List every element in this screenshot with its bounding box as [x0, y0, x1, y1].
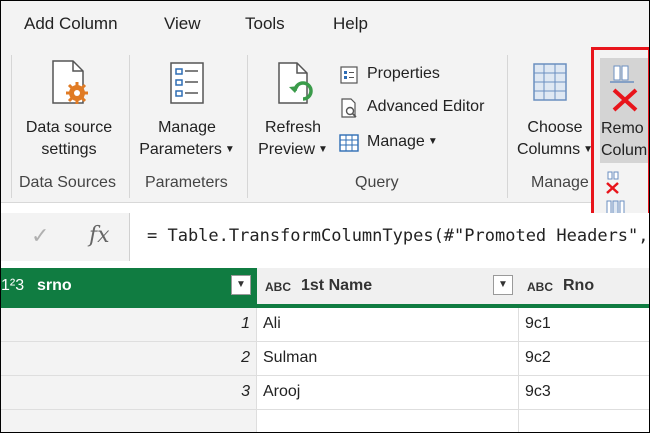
ribbon: Data source settings Data Sources Manage…	[1, 47, 649, 203]
menu-add-column[interactable]: Add Column	[24, 14, 118, 34]
formula-buttons: ✓ fx	[1, 213, 130, 261]
data-source-settings-button[interactable]: Data source settings	[19, 57, 119, 167]
row-number-cell	[1, 410, 257, 432]
text-type-icon[interactable]: ABC	[527, 280, 553, 294]
chevron-down-icon: ▼	[224, 144, 235, 155]
manage-parameters-label-1: Manage	[158, 119, 216, 136]
properties-label: Properties	[367, 65, 440, 82]
chevron-down-icon[interactable]: ▼	[231, 275, 251, 295]
ribbon-separator	[129, 55, 130, 198]
remove-columns-button[interactable]: Remo Colum	[600, 58, 648, 163]
ribbon-separator	[507, 55, 508, 198]
table-cell[interactable]: 9c2	[519, 342, 649, 376]
refresh-document-icon	[278, 62, 313, 104]
column-header-srno[interactable]: 1²3 srno ▼	[1, 268, 258, 305]
number-type-icon[interactable]: 1²3	[1, 277, 24, 295]
advanced-editor-label: Advanced Editor	[367, 98, 485, 115]
remove-columns-label-2: Colum	[601, 142, 648, 159]
advanced-editor-icon	[341, 98, 357, 118]
chevron-down-icon: ▼	[318, 144, 328, 155]
group-label-query: Query	[355, 174, 399, 191]
manage-button[interactable]: Manage ▼	[339, 130, 459, 154]
chevron-down-icon[interactable]: ▼	[493, 275, 513, 295]
row-number-cell[interactable]: 2	[1, 342, 257, 376]
group-label-data-sources: Data Sources	[19, 174, 116, 191]
manage-parameters-label-2: Parameters	[139, 141, 222, 158]
choose-columns-label-1: Choose	[527, 119, 583, 136]
table-cell[interactable]: Sulman	[257, 342, 519, 376]
refresh-preview-label-2: Preview	[258, 141, 315, 158]
menu-help[interactable]: Help	[333, 14, 368, 34]
document-gear-icon	[52, 60, 88, 104]
remove-columns-label-1: Remo	[601, 120, 644, 137]
ribbon-separator	[247, 55, 248, 198]
remove-columns-highlight: Remo Colum	[591, 47, 649, 235]
properties-icon	[340, 66, 358, 84]
table-cell	[257, 410, 519, 432]
data-source-settings-label-2: settings	[41, 141, 97, 158]
manage-parameters-button[interactable]: Manage Parameters ▼	[135, 57, 239, 167]
column-header-label: srno	[37, 277, 72, 294]
group-label-parameters: Parameters	[145, 174, 228, 191]
table-cell[interactable]: 9c1	[519, 308, 649, 342]
ribbon-separator	[11, 55, 12, 198]
row-number-cell[interactable]: 3	[1, 376, 257, 410]
formula-bar: ✓ fx = Table.TransformColumnTypes(#"Prom…	[1, 213, 649, 261]
table-cell	[519, 410, 649, 432]
remove-column-small-icon	[606, 171, 619, 194]
chevron-down-icon: ▼	[427, 136, 438, 147]
choose-columns-icon	[533, 63, 567, 101]
properties-button[interactable]: Properties	[339, 62, 469, 86]
column-header-rno[interactable]: ABC Rno	[519, 268, 649, 305]
parameters-list-icon	[170, 62, 204, 104]
group-label-manage: Manage	[531, 174, 589, 191]
refresh-preview-button[interactable]: Refresh Preview ▼	[253, 57, 333, 167]
table-grid-icon	[339, 134, 359, 152]
table-cell[interactable]: 9c3	[519, 376, 649, 410]
menu-view[interactable]: View	[164, 14, 201, 34]
column-header-1st-name[interactable]: ABC 1st Name ▼	[257, 268, 520, 305]
column-header-label: 1st Name	[301, 277, 373, 294]
text-type-icon[interactable]: ABC	[265, 280, 291, 294]
fx-icon[interactable]: fx	[89, 223, 110, 248]
remove-columns-icon	[610, 65, 638, 112]
data-source-settings-label-1: Data source	[25, 119, 113, 136]
manage-label: Manage	[367, 133, 425, 150]
column-header-label: Rno	[563, 277, 595, 294]
formula-text[interactable]: = Table.TransformColumnTypes(#"Promoted …	[147, 226, 649, 246]
menu-tools[interactable]: Tools	[245, 14, 285, 34]
refresh-preview-label-1: Refresh	[264, 119, 322, 136]
data-grid: 1²3 srno ▼ ABC 1st Name ▼ ABC Rno 1 Ali …	[1, 268, 649, 432]
advanced-editor-button[interactable]: Advanced Editor	[339, 95, 499, 119]
choose-columns-label-2: Columns	[516, 141, 581, 158]
table-cell[interactable]: Arooj	[257, 376, 519, 410]
table-cell[interactable]: Ali	[257, 308, 519, 342]
row-number-cell[interactable]: 1	[1, 308, 257, 342]
choose-columns-button[interactable]: Choose Columns ▼	[513, 57, 597, 167]
menu-bar: Add Column View Tools Help	[1, 1, 649, 47]
commit-check-icon[interactable]: ✓	[31, 223, 49, 249]
power-query-window: Add Column View Tools Help Data source s	[0, 0, 650, 433]
